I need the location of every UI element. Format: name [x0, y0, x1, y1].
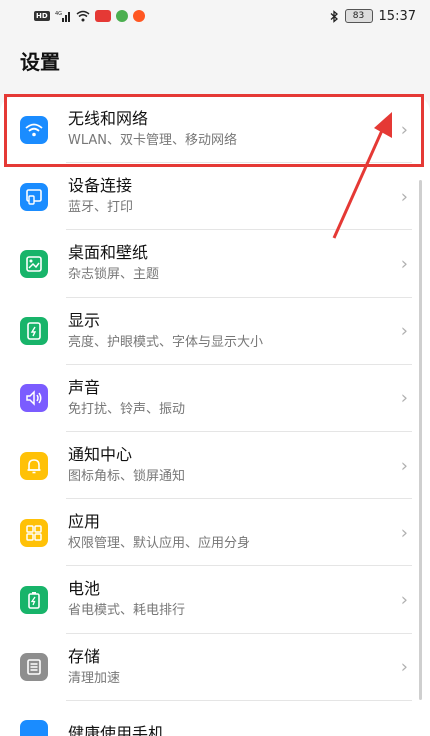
app-notification-icon [132, 10, 145, 22]
item-subtitle: 图标角标、锁屏通知 [68, 469, 186, 485]
settings-item-sound[interactable]: 声音 免打扰、铃声、振动 › [0, 365, 430, 433]
hd-badge: HD [34, 11, 50, 21]
settings-item-storage[interactable]: 存储 清理加速 › [0, 634, 430, 701]
settings-item-display[interactable]: 显示 亮度、护眼模式、字体与显示大小 › [0, 298, 430, 365]
battery-level: 83 [344, 9, 373, 23]
chevron-right-icon: › [400, 119, 408, 141]
item-title: 显示 [68, 310, 101, 330]
settings-item-desktop-wallpaper[interactable]: 桌面和壁纸 杂志锁屏、主题 › [0, 230, 430, 298]
settings-item-apps[interactable]: 应用 权限管理、默认应用、应用分身 › [0, 499, 430, 567]
settings-item-healthy-usage[interactable]: 健康使用手机 [0, 701, 430, 736]
settings-list: 无线和网络 WLAN、双卡管理、移动网络 › 设备连接 蓝牙、打印 › 桌面和壁… [0, 96, 430, 736]
signal-icon: 4G [55, 10, 71, 22]
item-subtitle: 亮度、护眼模式、字体与显示大小 [68, 334, 264, 350]
item-title: 通知中心 [68, 445, 133, 465]
chevron-right-icon: › [400, 589, 408, 611]
settings-item-wireless-network[interactable]: 无线和网络 WLAN、双卡管理、移动网络 › [0, 96, 430, 164]
status-right: 83 15:37 [330, 9, 416, 24]
item-title: 应用 [68, 512, 101, 532]
item-subtitle: 权限管理、默认应用、应用分身 [68, 536, 251, 552]
svg-text:4G: 4G [55, 11, 62, 17]
settings-item-battery[interactable]: 电池 省电模式、耗电排行 › [0, 566, 430, 634]
wifi-icon [20, 115, 48, 144]
app-notification-icon [94, 10, 111, 22]
chevron-right-icon: › [400, 522, 408, 544]
item-subtitle: 杂志锁屏、主题 [68, 267, 160, 283]
item-title: 电池 [68, 579, 101, 599]
item-subtitle: 蓝牙、打印 [68, 200, 134, 216]
settings-item-device-connection[interactable]: 设备连接 蓝牙、打印 › [0, 163, 430, 231]
item-subtitle: 免打扰、铃声、振动 [68, 401, 186, 417]
notification-bell-icon [20, 451, 48, 480]
device-connect-icon [20, 182, 48, 211]
app-notification-icon [115, 10, 128, 22]
sound-icon [20, 384, 48, 413]
clock: 15:37 [378, 8, 416, 24]
item-subtitle: WLAN、双卡管理、移动网络 [68, 133, 238, 149]
item-title: 存储 [68, 646, 101, 666]
apps-grid-icon [20, 518, 48, 547]
status-bar: HD 4G 83 15:37 [0, 0, 430, 32]
chevron-right-icon: › [400, 320, 408, 342]
item-title: 无线和网络 [68, 109, 149, 129]
item-title: 设备连接 [68, 176, 133, 196]
health-icon [20, 720, 48, 736]
storage-icon [20, 653, 48, 682]
item-title: 桌面和壁纸 [68, 243, 149, 263]
item-title: 声音 [68, 377, 101, 397]
battery-icon [20, 585, 48, 614]
chevron-right-icon: › [400, 656, 408, 678]
display-icon [20, 317, 48, 346]
bluetooth-icon [330, 9, 339, 23]
item-title: 健康使用手机 [68, 724, 165, 736]
item-subtitle: 省电模式、耗电排行 [68, 603, 186, 619]
chevron-right-icon: › [400, 253, 408, 275]
wifi-status-icon [76, 10, 90, 22]
wallpaper-icon [20, 249, 48, 278]
chevron-right-icon: › [400, 186, 408, 208]
chevron-right-icon: › [400, 387, 408, 409]
item-subtitle: 清理加速 [68, 670, 121, 686]
scrollbar[interactable] [419, 180, 422, 700]
page-title: 设置 [20, 50, 60, 74]
settings-item-notification-center[interactable]: 通知中心 图标角标、锁屏通知 › [0, 432, 430, 500]
chevron-right-icon: › [400, 455, 408, 477]
status-left: HD 4G [34, 10, 145, 22]
